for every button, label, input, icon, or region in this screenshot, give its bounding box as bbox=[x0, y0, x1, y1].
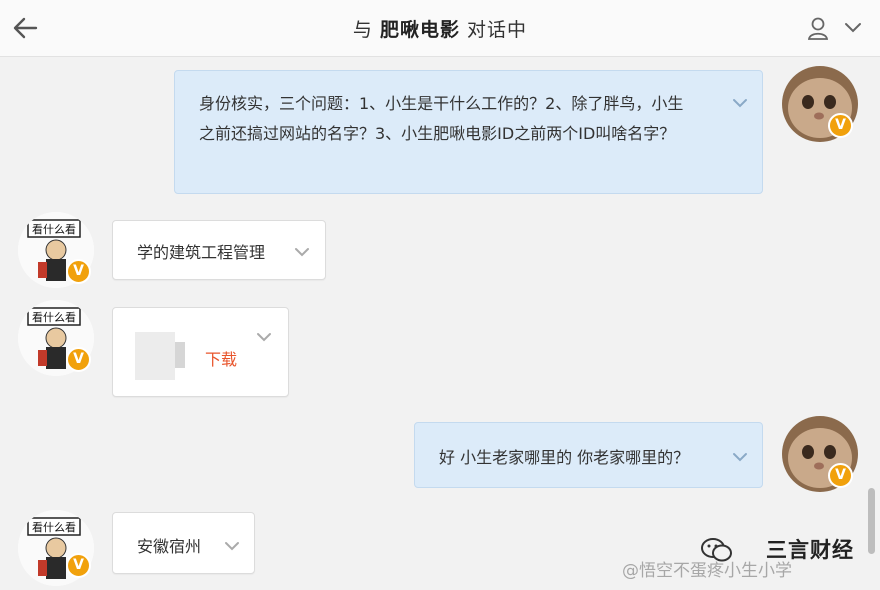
verified-badge: V bbox=[66, 553, 91, 578]
brand-watermark: 三言财经 bbox=[766, 538, 854, 562]
verified-badge: V bbox=[828, 113, 853, 138]
title-prefix: 与 bbox=[352, 19, 373, 41]
message-text: 安徽宿州 bbox=[137, 537, 202, 556]
message-bubble-file[interactable]: 下载 bbox=[112, 307, 289, 397]
download-link[interactable]: 下载 bbox=[205, 346, 237, 370]
file-thumbnail-icon bbox=[135, 332, 185, 380]
scrollbar-thumb[interactable] bbox=[868, 488, 875, 554]
contact-name[interactable]: 肥啾电影 bbox=[380, 19, 460, 41]
svg-text:看什么看: 看什么看 bbox=[32, 310, 76, 324]
chevron-down-icon[interactable] bbox=[255, 330, 273, 344]
message-text: 身份核实，三个问题：1、小生是干什么工作的？2、除了胖鸟，小生之前还搞过网站的名… bbox=[199, 94, 684, 143]
wechat-icon bbox=[701, 538, 732, 562]
message-text: 好 小生老家哪里的 你老家哪里的？ bbox=[439, 448, 690, 467]
message-bubble-outgoing[interactable]: 好 小生老家哪里的 你老家哪里的？ bbox=[414, 422, 763, 488]
chevron-down-icon[interactable] bbox=[731, 450, 749, 464]
message-bubble-incoming[interactable]: 安徽宿州 bbox=[112, 512, 255, 574]
verified-badge: V bbox=[828, 463, 853, 488]
chevron-down-icon[interactable] bbox=[731, 96, 749, 110]
chevron-down-icon[interactable] bbox=[842, 18, 864, 38]
chat-title: 与 肥啾电影 对话中 bbox=[0, 15, 880, 42]
person-icon[interactable] bbox=[805, 15, 831, 41]
chevron-down-icon[interactable] bbox=[223, 539, 241, 553]
message-text: 学的建筑工程管理 bbox=[137, 243, 266, 262]
message-bubble-outgoing[interactable]: 身份核实，三个问题：1、小生是干什么工作的？2、除了胖鸟，小生之前还搞过网站的名… bbox=[174, 70, 763, 194]
chevron-down-icon[interactable] bbox=[293, 245, 311, 259]
verified-badge: V bbox=[66, 259, 91, 284]
message-bubble-incoming[interactable]: 学的建筑工程管理 bbox=[112, 220, 326, 280]
chat-header: 与 肥啾电影 对话中 bbox=[0, 0, 880, 57]
title-suffix: 对话中 bbox=[467, 19, 528, 41]
verified-badge: V bbox=[66, 347, 91, 372]
svg-text:看什么看: 看什么看 bbox=[32, 222, 76, 236]
svg-text:看什么看: 看什么看 bbox=[32, 520, 76, 534]
